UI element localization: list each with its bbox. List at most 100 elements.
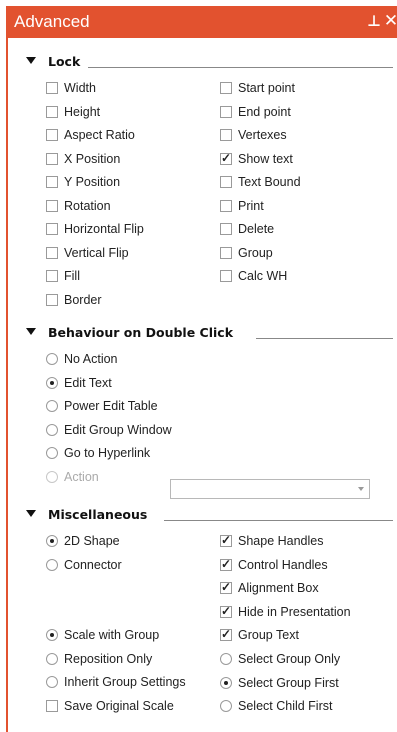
radio-circle[interactable] [46,353,58,365]
radio-label: Scale with Group [64,628,160,642]
section-divider [256,338,393,339]
action-dropdown[interactable] [170,479,370,499]
section-divider [164,520,393,521]
radio-circle [46,470,58,483]
checkbox-box[interactable]: ✓ [220,533,232,547]
checkbox-box[interactable]: ✓ [220,603,232,618]
radio-label: Power Edit Table [64,399,158,413]
checkbox-label: Y Position [64,175,121,189]
checkbox-box[interactable] [220,246,232,259]
checkbox-box[interactable] [46,293,58,306]
checkbox-label: Calc WH [238,269,288,283]
checkbox-label: Width [64,81,96,95]
radio-selected-dot [224,680,228,685]
checkmark-icon: ✓ [221,150,232,165]
checkbox-label: Print [238,198,264,213]
checkbox-label: Vertexes [238,128,287,142]
checkbox-box[interactable]: ✓ [220,150,232,165]
advanced-panel: Advanced ⊥ ✕ Lock Behaviour on Double Cl… [6,6,397,732]
chevron-down-icon[interactable] [358,487,364,491]
radio-label: Edit Group Window [64,422,172,437]
radio-circle[interactable] [46,376,58,389]
checkbox-label: Horizontal Flip [64,222,144,236]
checkmark-icon: ✓ [221,533,232,547]
radio-label: Edit Text [64,375,112,390]
checkbox-box[interactable] [220,176,232,188]
section-double-click[interactable]: Behaviour on Double Click [8,324,397,344]
radio-circle[interactable] [46,652,58,665]
radio-circle[interactable] [46,676,58,688]
checkmark-icon: ✓ [221,556,232,571]
radio-label: Go to Hyperlink [64,446,151,460]
checkbox-box[interactable] [46,223,58,235]
checkbox-box[interactable] [220,129,232,141]
checkbox-box[interactable] [46,199,58,212]
radio-circle[interactable] [46,558,58,571]
radio-circle[interactable] [220,653,232,665]
checkbox-label: Shape Handles [238,534,324,548]
checkbox-label: Height [64,104,101,119]
radio-circle[interactable] [220,700,232,712]
section-divider [88,67,393,68]
radio-label: Select Group Only [238,652,341,666]
checkbox-label: Border [64,292,102,307]
radio-selected-dot [50,380,54,385]
radio-label: Connector [64,557,122,572]
radio-circle[interactable] [46,423,58,436]
checkbox-box[interactable]: ✓ [220,580,232,594]
checkmark-icon: ✓ [221,627,232,641]
panel-titlebar: Advanced ⊥ ✕ [8,6,397,38]
checkmark-icon: ✓ [221,580,232,594]
radio-circle[interactable] [46,447,58,459]
checkbox-label: Save Original Scale [64,699,174,713]
checkbox-label: Group Text [238,628,299,642]
radio-circle[interactable] [46,400,58,412]
checkbox-label: End point [238,104,291,119]
section-misc[interactable]: Miscellaneous [8,506,397,526]
checkbox-box[interactable] [220,270,232,282]
close-icon[interactable]: ✕ [383,11,397,31]
checkbox-label: Alignment Box [238,581,319,595]
checkbox-box[interactable] [46,270,58,282]
checkbox-label: Group [238,245,273,260]
radio-circle[interactable] [46,535,58,547]
radio-label: 2D Shape [64,534,120,548]
checkbox-box[interactable]: ✓ [220,627,232,641]
checkmark-icon: ✓ [221,603,232,618]
checkbox-label: Hide in Presentation [238,604,351,619]
checkbox-box[interactable] [220,199,232,212]
checkbox-label: X Position [64,151,121,166]
radio-label: Select Group First [238,675,339,690]
section-lock[interactable]: Lock [8,53,397,73]
checkbox-label: Start point [238,81,295,95]
radio-label: Action [64,469,99,484]
checkbox-box[interactable] [46,105,58,118]
checkbox-label: Aspect Ratio [64,128,135,142]
radio-label: Inherit Group Settings [64,675,186,689]
pin-icon[interactable]: ⊥ [366,11,382,31]
checkbox-box[interactable] [46,700,58,712]
collapse-arrow-icon[interactable] [26,328,36,335]
collapse-arrow-icon[interactable] [26,57,36,64]
checkbox-label: Show text [238,151,293,166]
checkbox-box[interactable] [46,246,58,259]
checkbox-label: Vertical Flip [64,245,129,260]
collapse-arrow-icon[interactable] [26,510,36,517]
radio-label: No Action [64,352,118,366]
checkbox-box[interactable] [220,223,232,235]
radio-circle[interactable] [220,676,232,689]
checkbox-box[interactable]: ✓ [220,556,232,571]
radio-selected-dot [50,633,54,637]
radio-circle[interactable] [46,629,58,641]
checkbox-box[interactable] [46,176,58,188]
checkbox-box[interactable] [220,105,232,118]
checkbox-label: Control Handles [238,557,328,572]
section-lock-title: Lock [48,54,81,69]
checkbox-label: Delete [238,222,275,236]
checkbox-box[interactable] [46,152,58,165]
checkbox-box[interactable] [46,129,58,141]
radio-label: Reposition Only [64,651,153,666]
checkbox-label: Fill [64,269,80,283]
checkbox-box[interactable] [46,82,58,94]
checkbox-box[interactable] [220,82,232,94]
